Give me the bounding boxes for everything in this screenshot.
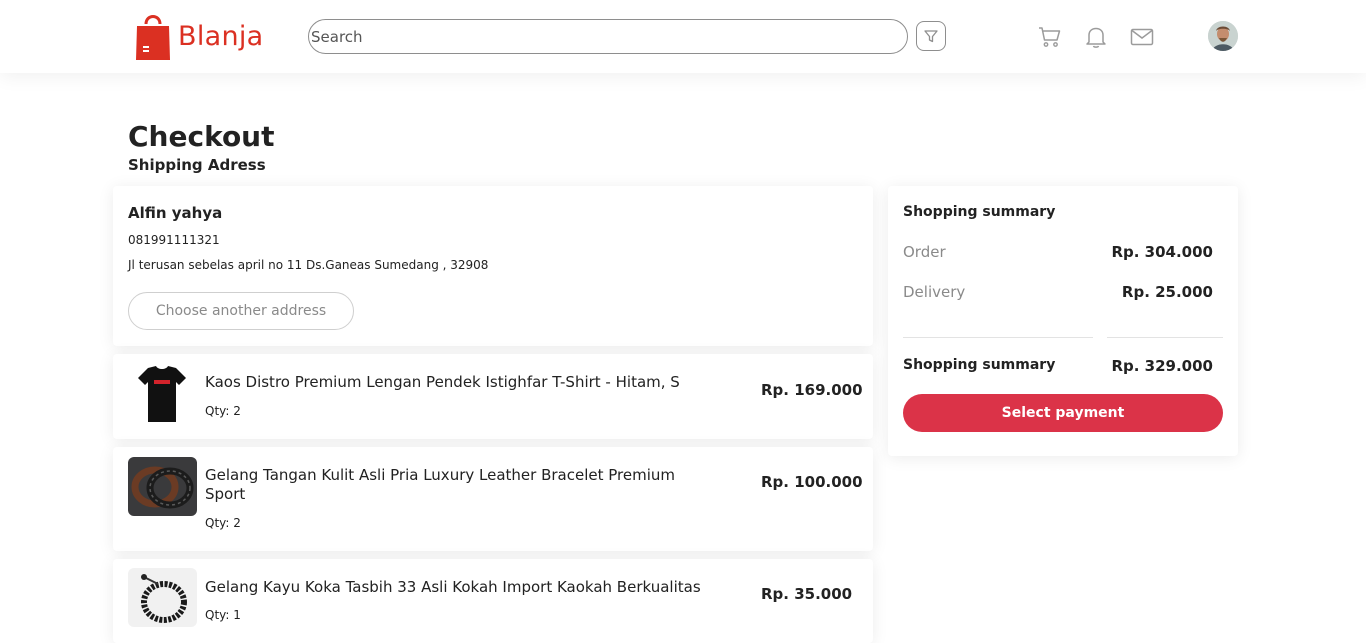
user-avatar[interactable] bbox=[1208, 21, 1238, 51]
shopping-summary-card: Shopping summary Order Rp. 304.000 Deliv… bbox=[888, 186, 1238, 456]
delivery-value: Rp. 25.000 bbox=[1121, 283, 1213, 301]
page-title: Checkout bbox=[128, 120, 275, 153]
product-price: Rp. 35.000 bbox=[761, 585, 853, 603]
mail-icon bbox=[1130, 28, 1154, 46]
leather-bracelet-image bbox=[128, 457, 197, 516]
shipping-address-card: Alfin yahya 081991111321 Jl terusan sebe… bbox=[113, 186, 873, 346]
summary-title: Shopping summary bbox=[903, 204, 1056, 220]
section-subtitle: Shipping Adress bbox=[128, 156, 266, 174]
recipient-name: Alfin yahya bbox=[128, 204, 223, 222]
message-button[interactable] bbox=[1129, 24, 1155, 50]
filter-button[interactable] bbox=[916, 21, 946, 51]
brand-name: Blanja bbox=[178, 20, 264, 52]
product-name: Kaos Distro Premium Lengan Pendek Istigh… bbox=[205, 373, 680, 391]
brand-logo[interactable]: Blanja bbox=[134, 10, 264, 62]
summary-divider bbox=[903, 337, 1093, 338]
avatar-image bbox=[1208, 21, 1238, 51]
recipient-phone: 081991111321 bbox=[128, 233, 220, 247]
order-label: Order bbox=[903, 243, 946, 261]
delivery-label: Delivery bbox=[903, 283, 966, 301]
filter-icon bbox=[924, 30, 938, 43]
product-image bbox=[128, 568, 197, 627]
product-name: Gelang Tangan Kulit Asli Pria Luxury Lea… bbox=[205, 466, 675, 503]
product-name: Gelang Kayu Koka Tasbih 33 Asli Kokah Im… bbox=[205, 578, 701, 596]
choose-address-button[interactable]: Choose another address bbox=[128, 292, 354, 330]
search-bar[interactable] bbox=[308, 19, 908, 54]
total-value: Rp. 329.000 bbox=[1111, 357, 1213, 375]
cart-item: Kaos Distro Premium Lengan Pendek Istigh… bbox=[113, 354, 873, 439]
select-payment-button[interactable]: Select payment bbox=[903, 394, 1223, 432]
shopping-bag-logo-icon bbox=[136, 15, 170, 60]
product-image bbox=[128, 364, 196, 424]
recipient-address: Jl terusan sebelas april no 11 Ds.Ganeas… bbox=[128, 258, 489, 272]
total-label: Shopping summary bbox=[903, 357, 1056, 373]
product-qty: Qty: 2 bbox=[205, 516, 241, 530]
product-price: Rp. 169.000 bbox=[761, 381, 863, 399]
product-qty: Qty: 1 bbox=[205, 608, 241, 622]
order-value: Rp. 304.000 bbox=[1111, 243, 1213, 261]
product-qty: Qty: 2 bbox=[205, 404, 241, 418]
bell-icon bbox=[1086, 27, 1106, 48]
cart-icon bbox=[1039, 27, 1061, 47]
product-price: Rp. 100.000 bbox=[761, 473, 863, 491]
summary-divider bbox=[1107, 337, 1223, 338]
notification-button[interactable] bbox=[1083, 24, 1109, 50]
product-image bbox=[128, 457, 197, 516]
wood-bracelet-image bbox=[128, 568, 197, 627]
top-navbar: Blanja bbox=[0, 0, 1366, 73]
cart-item: Gelang Kayu Koka Tasbih 33 Asli Kokah Im… bbox=[113, 559, 873, 643]
cart-button[interactable] bbox=[1037, 24, 1063, 50]
cart-item: Gelang Tangan Kulit Asli Pria Luxury Lea… bbox=[113, 447, 873, 551]
search-input[interactable] bbox=[311, 27, 907, 46]
tshirt-image bbox=[128, 364, 196, 424]
